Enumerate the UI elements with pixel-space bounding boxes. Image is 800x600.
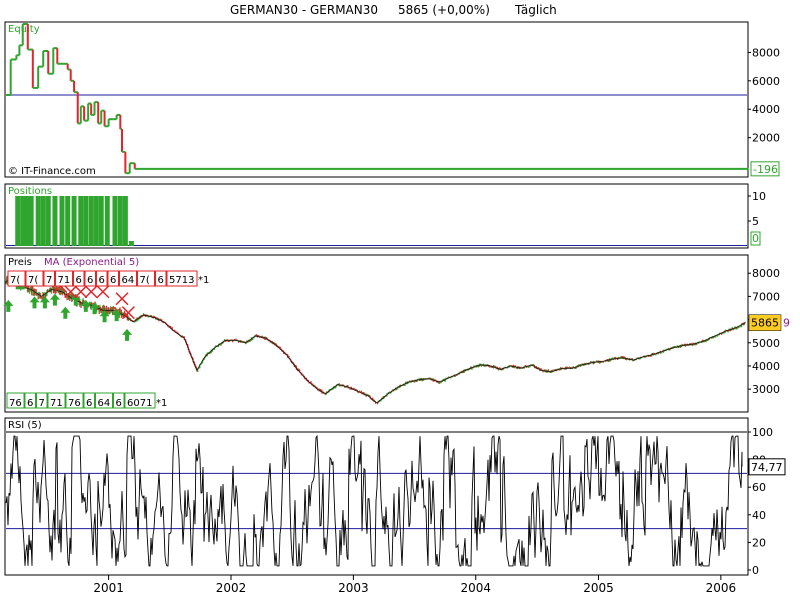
trade-label-text: 71 <box>50 398 63 409</box>
position-bar <box>122 196 128 246</box>
sell-cross-icon <box>84 285 98 299</box>
price-ytick-label: 7000 <box>752 290 780 303</box>
position-bar <box>78 196 84 246</box>
position-bar <box>117 196 123 246</box>
trade-label-text: 5713 <box>169 275 194 286</box>
position-bar <box>45 196 51 246</box>
trade-label-text: 6 <box>99 275 105 286</box>
position-bar <box>59 196 65 246</box>
equity-panel-frame <box>4 21 749 178</box>
trade-label-text: 76 <box>68 398 81 409</box>
trade-label-text: 6 <box>110 275 116 286</box>
position-bar <box>71 196 77 246</box>
positions-last-label: 0 <box>752 232 759 245</box>
trade-labels: 7(7(7 71 6 6 6 6 64 7(6 5713 *176 6 7 71 76 6 64 6 6071 *1 <box>6 270 209 409</box>
position-bar <box>65 196 71 246</box>
ma-indicator-title: MA (Exponential 5) <box>44 257 139 268</box>
trade-label-text: 71 <box>58 275 71 286</box>
buy-arrow-icon <box>49 293 60 306</box>
trade-label-text: 6 <box>86 398 92 409</box>
price-ytick-label: 8000 <box>752 267 780 280</box>
position-bar <box>98 196 104 246</box>
position-bar <box>52 196 58 246</box>
rsi-ytick-label: 20 <box>752 536 766 549</box>
position-bar <box>112 196 118 246</box>
price-ytick-label: 3000 <box>752 383 780 396</box>
sell-cross-icon <box>74 285 88 299</box>
price-right-edge-label: 9 <box>783 317 790 330</box>
x-tick-label: 2006 <box>706 581 737 595</box>
trade-label-text: 7( <box>140 275 150 286</box>
trade-label-text: 64 <box>98 398 111 409</box>
equity-ytick-label: 8000 <box>752 46 780 59</box>
sell-cross-icon <box>115 292 129 306</box>
position-bar <box>104 196 110 246</box>
price-candles <box>5 271 746 405</box>
equity-ytick-label: 6000 <box>752 75 780 88</box>
sell-cross-icon <box>96 285 110 299</box>
y-axes: 8000600040002000-19610508000700060005000… <box>748 46 790 577</box>
rsi-ytick-label: 60 <box>752 481 766 494</box>
x-axis: 2001 2002 2003 2004 2005 2006 <box>93 575 736 595</box>
trade-label-text: 7 <box>46 275 52 286</box>
positions-ytick-label: 5 <box>752 215 759 228</box>
position-bar <box>23 196 29 246</box>
rsi-ytick-label: 40 <box>752 509 766 522</box>
last-price-label: 5865 <box>751 317 779 330</box>
trade-label-text: 7 <box>39 398 45 409</box>
trade-label-text: 6 <box>116 398 122 409</box>
trade-label-text: 7( <box>10 275 20 286</box>
trade-label-text: 6071 <box>127 398 152 409</box>
position-bar <box>93 196 99 246</box>
trade-label-text: 64 <box>122 275 135 286</box>
rsi-ytick-label: 0 <box>752 564 759 577</box>
chart-period: Täglich <box>514 3 557 17</box>
position-bar <box>15 196 21 246</box>
trade-label-text: 6 <box>87 275 93 286</box>
equity-last-label: -196 <box>753 163 778 176</box>
ma-line <box>5 275 746 404</box>
x-tick-label: 2001 <box>93 581 124 595</box>
x-tick-label: 2003 <box>338 581 369 595</box>
equity-ytick-label: 2000 <box>752 132 780 145</box>
stock-chart: GERMAN30 - GERMAN30 5865 (+0,00%) Täglic… <box>3 3 790 595</box>
trade-label-suffix: *1 <box>156 398 167 409</box>
positions-ytick-label: 10 <box>752 190 766 203</box>
position-bar <box>40 196 46 246</box>
price-title: Preis <box>8 257 32 268</box>
trade-label-text: 6 <box>76 275 82 286</box>
rsi-last-label: 74,77 <box>751 461 783 474</box>
position-bar <box>83 196 89 246</box>
position-bar <box>88 196 94 246</box>
trade-label-suffix: *1 <box>198 275 209 286</box>
positions-bars <box>15 196 134 246</box>
x-tick-label: 2004 <box>460 581 491 595</box>
positions-title: Positions <box>8 186 52 197</box>
chart-last-price: 5865 (+0,00%) <box>398 3 490 17</box>
position-bar <box>35 196 41 246</box>
trade-label-text: 7( <box>28 275 38 286</box>
rsi-ytick-label: 100 <box>752 426 773 439</box>
buy-arrow-icon <box>122 328 133 341</box>
price-ytick-label: 5000 <box>752 337 780 350</box>
position-bar <box>128 241 134 246</box>
equity-ytick-label: 4000 <box>752 103 780 116</box>
equity-line <box>6 23 749 175</box>
buy-arrow-icon <box>60 306 71 319</box>
trade-label-text: 6 <box>27 398 33 409</box>
chart-instrument-title: GERMAN30 - GERMAN30 <box>230 3 378 17</box>
x-tick-label: 2005 <box>583 581 614 595</box>
x-tick-label: 2002 <box>216 581 247 595</box>
equity-title: Equity <box>8 24 40 35</box>
rsi-series <box>5 434 743 568</box>
trade-label-text: 6 <box>158 275 164 286</box>
rsi-title: RSI (5) <box>8 420 42 431</box>
price-ytick-label: 4000 <box>752 360 780 373</box>
watermark: © IT-Finance.com <box>8 166 96 177</box>
rsi-line <box>5 434 743 568</box>
trade-label-text: 76 <box>9 398 22 409</box>
position-bar <box>28 196 34 246</box>
